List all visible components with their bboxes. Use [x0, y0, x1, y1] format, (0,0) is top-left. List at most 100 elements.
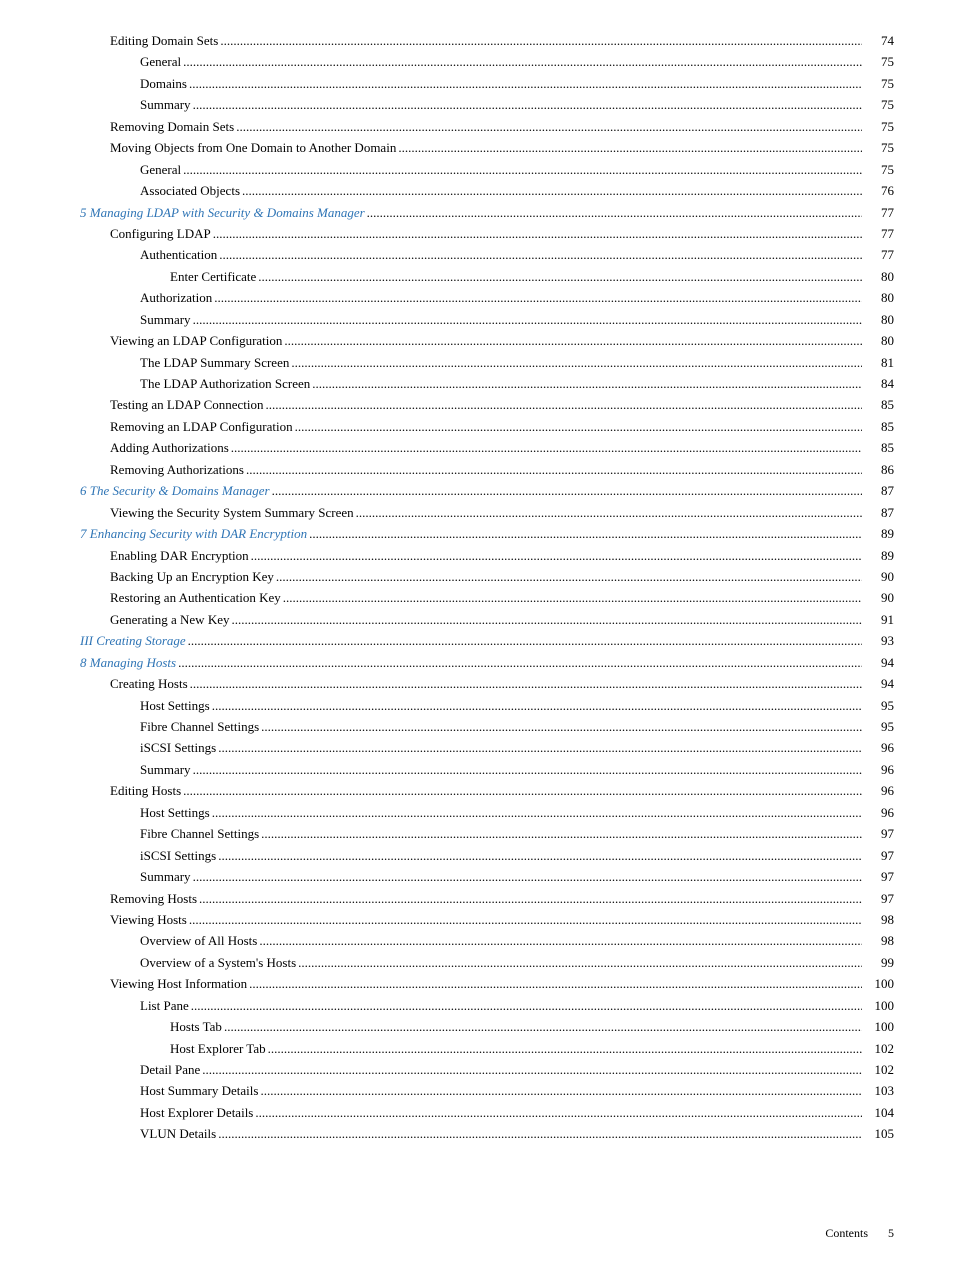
- toc-entry-text: iSCSI Settings: [140, 845, 216, 866]
- toc-dots: [398, 137, 862, 158]
- toc-dots: [255, 1102, 862, 1123]
- toc-row: Restoring an Authentication Key 90: [80, 587, 894, 608]
- toc-row: Backing Up an Encryption Key 90: [80, 566, 894, 587]
- toc-dots: [218, 1123, 862, 1144]
- toc-entry-text: Moving Objects from One Domain to Anothe…: [110, 137, 396, 158]
- toc-entry-text: Authorization: [140, 287, 212, 308]
- toc-row: The LDAP Summary Screen 81: [80, 352, 894, 373]
- toc-page-num: 100: [864, 995, 894, 1016]
- toc-dots: [212, 695, 862, 716]
- toc-row: Host Explorer Tab102: [80, 1038, 894, 1059]
- toc-page-num: 75: [864, 51, 894, 72]
- toc-row: General75: [80, 159, 894, 180]
- toc-page-num: 77: [864, 202, 894, 223]
- toc-dots: [193, 94, 862, 115]
- toc-page-num: 105: [864, 1123, 894, 1144]
- toc-entry-text: Enabling DAR Encryption: [110, 545, 249, 566]
- toc-entry-text: Enter Certificate: [170, 266, 256, 287]
- toc-row: Host Explorer Details104: [80, 1102, 894, 1123]
- toc-page-num: 96: [864, 802, 894, 823]
- toc-entry-text: Creating Hosts: [110, 673, 188, 694]
- toc-row: Fibre Channel Settings95: [80, 716, 894, 737]
- toc-page-num: 94: [864, 652, 894, 673]
- toc-page-num: 97: [864, 845, 894, 866]
- footer: Contents 5: [825, 1226, 894, 1241]
- toc-page-num: 95: [864, 695, 894, 716]
- toc-entry-text: Testing an LDAP Connection: [110, 394, 264, 415]
- toc-entry-text: 6 The Security & Domains Manager: [80, 480, 270, 501]
- toc-entry-text: Adding Authorizations: [110, 437, 229, 458]
- toc-dots: [272, 480, 862, 501]
- toc-entry-text: III Creating Storage: [80, 630, 186, 651]
- toc-entry-text: Host Explorer Details: [140, 1102, 253, 1123]
- toc-entry-text: The LDAP Summary Screen: [140, 352, 289, 373]
- toc-row: Configuring LDAP77: [80, 223, 894, 244]
- toc-row: Testing an LDAP Connection85: [80, 394, 894, 415]
- toc-entry-text: Authentication: [140, 244, 217, 265]
- toc-row: Viewing Host Information100: [80, 973, 894, 994]
- toc-entry-text: Removing Hosts: [110, 888, 197, 909]
- toc-entry-text: Summary: [140, 309, 191, 330]
- toc-row: 5 Managing LDAP with Security & Domains …: [80, 202, 894, 223]
- toc-row: Editing Domain Sets74: [80, 30, 894, 51]
- toc-page-num: 77: [864, 223, 894, 244]
- toc-page-num: 75: [864, 137, 894, 158]
- toc-row: List Pane100: [80, 995, 894, 1016]
- footer-page: 5: [888, 1226, 894, 1241]
- toc-row: General75: [80, 51, 894, 72]
- toc-page-num: 85: [864, 437, 894, 458]
- toc-dots: [178, 652, 862, 673]
- toc-row: The LDAP Authorization Screen84: [80, 373, 894, 394]
- toc-entry-text: Viewing Host Information: [110, 973, 247, 994]
- toc-page-num: 80: [864, 287, 894, 308]
- toc-dots: [193, 866, 862, 887]
- toc-dots: [212, 802, 862, 823]
- toc-dots: [283, 587, 862, 608]
- toc-dots: [251, 545, 862, 566]
- footer-label: Contents: [825, 1226, 868, 1241]
- toc-entry-text: iSCSI Settings: [140, 737, 216, 758]
- toc-page-num: 97: [864, 888, 894, 909]
- toc-page-num: 90: [864, 587, 894, 608]
- toc-page-num: 81: [864, 352, 894, 373]
- toc-entry-text: Generating a New Key: [110, 609, 229, 630]
- toc-row: 7 Enhancing Security with DAR Encryption…: [80, 523, 894, 544]
- toc-dots: [224, 1016, 862, 1037]
- toc-dots: [266, 394, 862, 415]
- toc-entry-text: Host Explorer Tab: [170, 1038, 266, 1059]
- toc-dots: [183, 159, 862, 180]
- toc-page-num: 87: [864, 502, 894, 523]
- toc-page-num: 80: [864, 309, 894, 330]
- toc-row: Editing Hosts96: [80, 780, 894, 801]
- toc-page-num: 76: [864, 180, 894, 201]
- toc-entry-text: Backing Up an Encryption Key: [110, 566, 274, 587]
- toc-entry-text: Restoring an Authentication Key: [110, 587, 281, 608]
- toc-row: Enter Certificate80: [80, 266, 894, 287]
- toc-dots: [231, 437, 862, 458]
- toc-entry-text: Viewing an LDAP Configuration: [110, 330, 282, 351]
- toc-dots: [258, 266, 862, 287]
- toc-dots: [291, 352, 862, 373]
- toc-dots: [367, 202, 862, 223]
- toc-dots: [260, 1080, 862, 1101]
- toc-entry-text: Overview of All Hosts: [140, 930, 257, 951]
- toc-page-num: 91: [864, 609, 894, 630]
- toc-row: Host Summary Details103: [80, 1080, 894, 1101]
- toc-dots: [236, 116, 862, 137]
- toc-dots: [199, 888, 862, 909]
- toc-page-num: 96: [864, 737, 894, 758]
- toc-entry-text: The LDAP Authorization Screen: [140, 373, 310, 394]
- toc-entry-text: Removing Domain Sets: [110, 116, 234, 137]
- toc-entry-text: Associated Objects: [140, 180, 240, 201]
- toc-dots: [219, 244, 862, 265]
- toc-dots: [183, 780, 862, 801]
- toc-entry-text: Editing Domain Sets: [110, 30, 218, 51]
- toc-container: Editing Domain Sets74General75Domains75S…: [80, 30, 894, 1145]
- toc-page-num: 90: [864, 566, 894, 587]
- toc-dots: [246, 459, 862, 480]
- toc-page-num: 87: [864, 480, 894, 501]
- toc-entry-text: Fibre Channel Settings: [140, 823, 259, 844]
- toc-row: Viewing the Security System Summary Scre…: [80, 502, 894, 523]
- toc-row: Generating a New Key 91: [80, 609, 894, 630]
- toc-row: Summary96: [80, 759, 894, 780]
